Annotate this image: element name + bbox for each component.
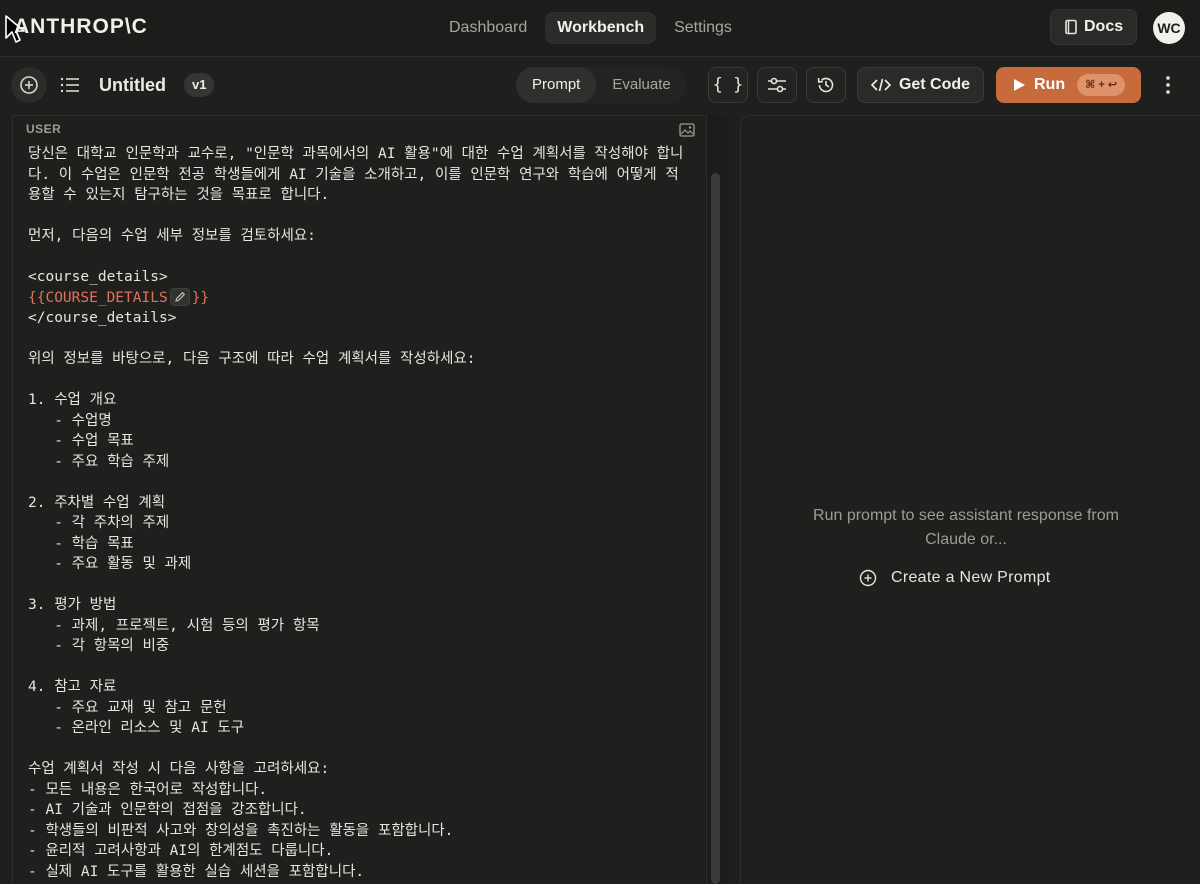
run-button[interactable]: Run ⌘ + ↩ [996,67,1141,103]
docs-label: Docs [1084,18,1124,35]
curly-braces-icon: { } [712,75,744,95]
edit-variable-button[interactable] [169,287,190,306]
prompt-intro-text: 당신은 대학교 인문학과 교수로, "인문학 과목에서의 AI 활용"에 대한 … [28,146,684,285]
create-new-prompt-button[interactable]: Create a New Prompt [859,569,1051,587]
get-code-label: Get Code [898,76,971,93]
history-button[interactable] [806,67,846,103]
pencil-icon [174,291,185,302]
nav-tab-workbench[interactable]: Workbench [545,12,657,44]
prompt-list-button[interactable] [52,67,88,103]
mode-switch: Prompt Evaluate [516,67,687,103]
get-code-button[interactable]: Get Code [857,67,984,103]
empty-response-message: Run prompt to see assistant response fro… [813,507,1119,548]
run-shortcut-badge: ⌘ + ↩ [1077,74,1126,96]
list-icon [60,77,79,93]
book-icon [1065,19,1077,35]
history-icon [817,77,834,93]
nav-tab-dashboard[interactable]: Dashboard [437,12,539,44]
version-badge[interactable]: v1 [184,73,215,97]
variables-button[interactable]: { } [708,67,748,103]
sliders-icon [768,77,786,93]
more-options-button[interactable] [1152,67,1184,103]
editor-scrollbar-thumb[interactable] [711,173,720,884]
tab-evaluate[interactable]: Evaluate [596,67,686,103]
user-avatar[interactable]: WC [1153,12,1185,44]
anthropic-logo[interactable]: ANTHROP\C [14,15,148,39]
nav-tab-settings[interactable]: Settings [662,12,744,44]
run-label: Run [1034,76,1066,93]
message-role-label: USER [26,122,62,136]
plus-circle-icon [859,569,877,587]
tab-prompt[interactable]: Prompt [516,67,597,103]
play-icon [1014,79,1025,91]
code-icon [870,78,891,92]
main-nav-tabs: Dashboard Workbench Settings [437,12,744,44]
prompt-rest-text: </course_details> 위의 정보를 바탕으로, 다음 구조에 따라… [28,310,476,880]
image-icon[interactable] [679,123,695,137]
user-message-text[interactable]: 당신은 대학교 인문학과 교수로, "인문학 과목에서의 AI 활용"에 대한 … [28,144,688,882]
docs-button[interactable]: Docs [1050,9,1138,45]
course-details-variable[interactable]: {{COURSE_DETAILS [28,290,168,306]
variable-closing-braces: }} [191,289,210,306]
prompt-title[interactable]: Untitled [99,75,166,96]
more-vertical-icon [1166,76,1170,94]
new-prompt-button[interactable] [11,67,47,103]
model-settings-button[interactable] [757,67,797,103]
plus-circle-icon [20,76,38,94]
response-pane: Run prompt to see assistant response fro… [740,115,1200,884]
create-new-prompt-label: Create a New Prompt [891,569,1051,586]
prompt-toolbar: Untitled v1 Prompt Evaluate { } Get Code [0,57,1200,113]
top-nav: ANTHROP\C Dashboard Workbench Settings D… [0,0,1200,57]
prompt-editor[interactable]: USER 당신은 대학교 인문학과 교수로, "인문학 과목에서의 AI 활용"… [12,115,706,884]
